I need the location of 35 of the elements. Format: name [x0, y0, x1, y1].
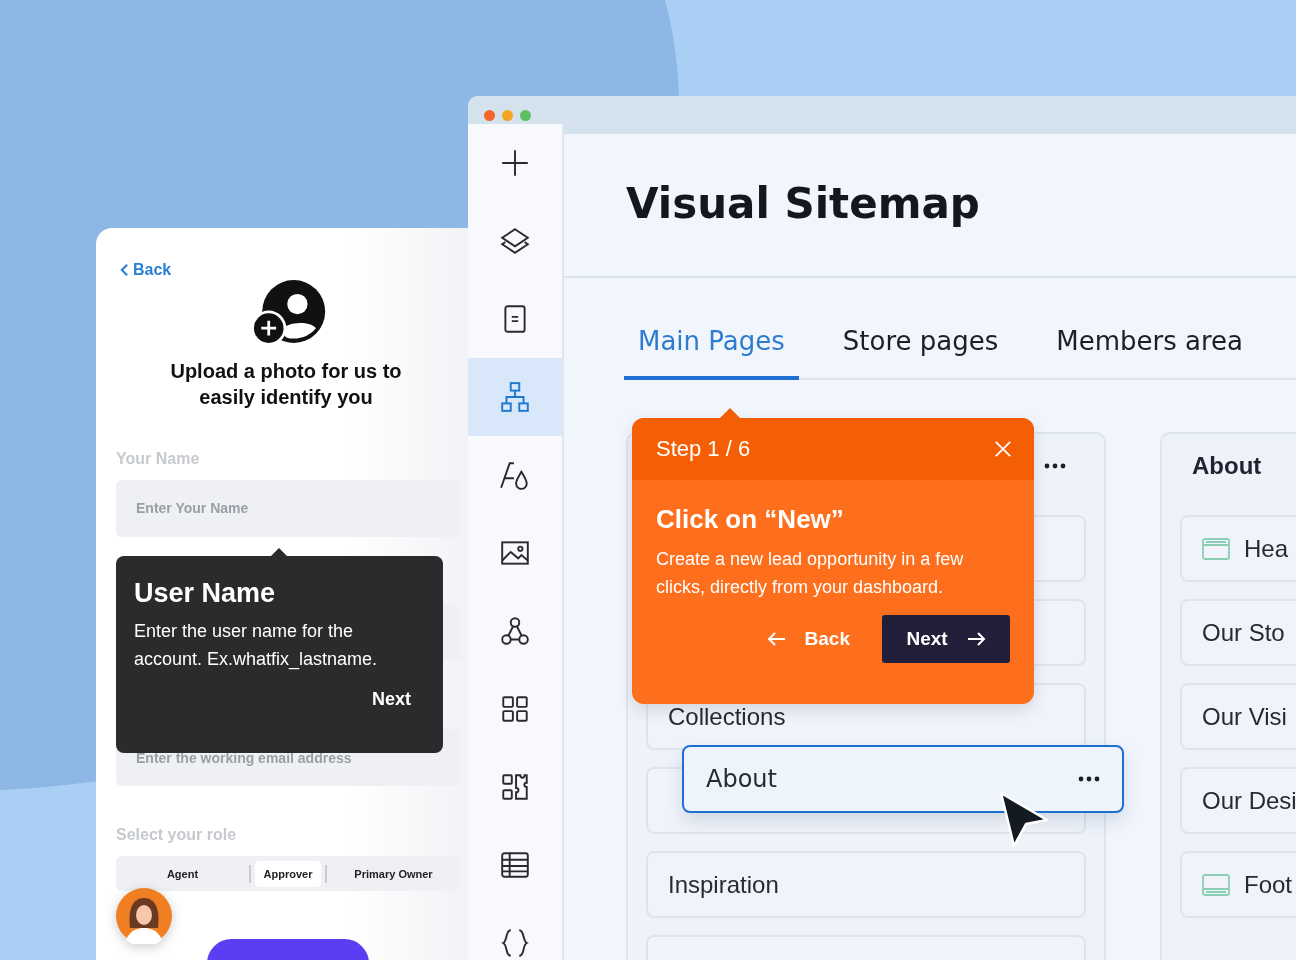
page-name: Inspiration	[668, 870, 779, 899]
page-item[interactable]: Foot	[1180, 851, 1296, 918]
next-button[interactable]: Next	[358, 685, 425, 714]
page-name: Our Sto	[1202, 618, 1285, 647]
page-name: About	[706, 765, 777, 793]
back-link[interactable]: Back	[120, 260, 460, 280]
page-item[interactable]: Inspiration	[646, 851, 1086, 918]
tour-title: Click on “New”	[656, 504, 845, 535]
column-title: About	[1192, 452, 1262, 480]
page-item[interactable]: Our Visi	[1180, 683, 1296, 750]
role-option[interactable]: Approver	[255, 860, 321, 887]
page-item[interactable]: Our Desi	[1180, 767, 1296, 834]
page-name: Hea	[1244, 534, 1289, 563]
name-field[interactable]: Enter Your Name	[116, 479, 460, 537]
page-name: Our Desi	[1202, 786, 1296, 815]
tour-text: Create a new lead opportunity in a few clicks, directly from your dashboard.	[656, 548, 965, 599]
field-label: Select your role	[116, 825, 238, 844]
upload-heading: Upload a photo for us to easily identify you	[169, 358, 403, 410]
next-button[interactable]: Next	[882, 615, 1010, 663]
page-name: Collections	[668, 702, 786, 731]
tab[interactable]: Main Pages	[624, 314, 799, 380]
role-option[interactable]: Primary Owner	[331, 860, 456, 887]
dragged-page-item[interactable]: About	[682, 745, 1124, 813]
page-name: Foot	[1244, 870, 1293, 899]
tooltip-text: Enter the user name for the account. Ex.whatfix_lastname.	[134, 620, 379, 672]
page-title: Visual Sitemap	[626, 178, 980, 228]
page-item[interactable]: Hea	[1180, 515, 1296, 582]
step-counter: Step 1 / 6	[656, 436, 751, 462]
field-label: Your Name	[116, 449, 201, 468]
role-option[interactable]: Agent	[120, 860, 245, 887]
page-item[interactable]: Our Sto	[1180, 599, 1296, 666]
tab[interactable]: Members area	[1042, 314, 1258, 380]
tab[interactable]: Store pages	[828, 314, 1013, 380]
page-name: Our Visi	[1202, 702, 1287, 731]
tooltip-title: User Name	[134, 578, 277, 609]
